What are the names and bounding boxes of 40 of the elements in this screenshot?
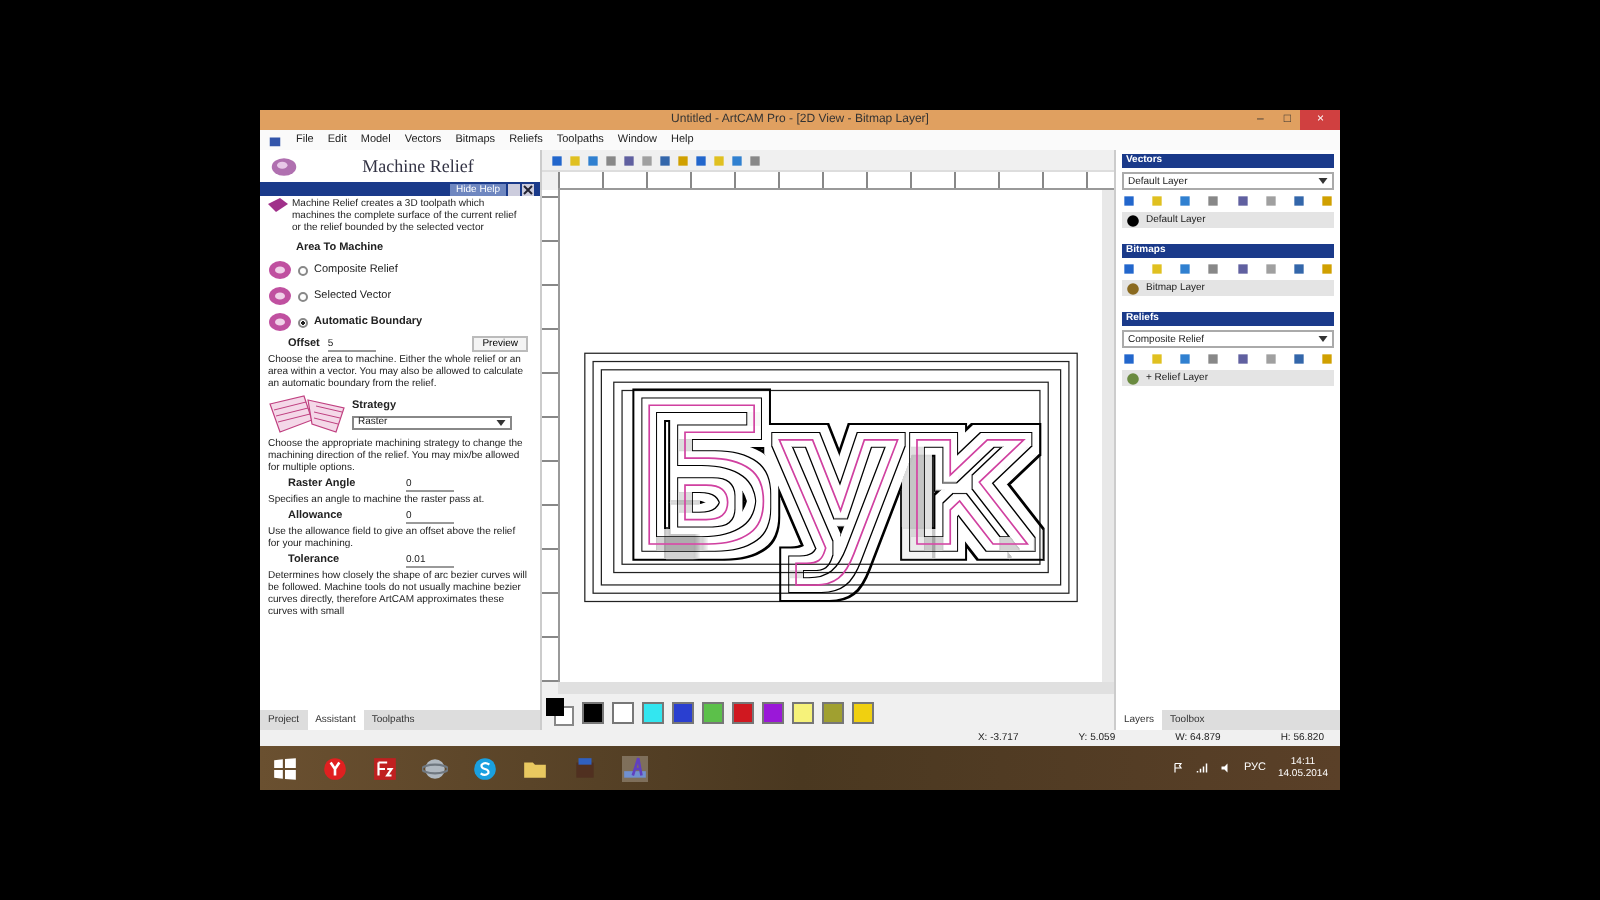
layer-icon (1126, 281, 1140, 295)
color-swatch[interactable] (642, 701, 664, 723)
close-icon[interactable] (522, 183, 534, 195)
relief-icon (268, 260, 292, 280)
panel-title: Machine Relief (362, 156, 474, 176)
skype-icon[interactable] (472, 755, 498, 781)
flag-icon[interactable] (1171, 762, 1184, 774)
color-swatch[interactable] (582, 701, 604, 723)
radio-button[interactable] (298, 291, 308, 301)
color-swatch[interactable] (822, 701, 844, 723)
scrollbar[interactable] (558, 682, 1114, 694)
color-swatch[interactable] (762, 701, 784, 723)
windows-start-icon[interactable] (272, 755, 298, 781)
layer-icon (1126, 213, 1140, 227)
color-swatch[interactable] (672, 701, 694, 723)
artcam-icon[interactable] (622, 755, 648, 781)
browser-icon[interactable] (322, 755, 348, 781)
color-swatch[interactable] (732, 701, 754, 723)
color-swatch[interactable] (852, 701, 874, 723)
scrollbar[interactable] (1102, 190, 1114, 682)
globe-icon[interactable] (422, 755, 448, 781)
color-swatch[interactable] (792, 701, 814, 723)
color-swatch[interactable] (702, 701, 724, 723)
ftp-client-icon[interactable] (372, 755, 398, 781)
layer-icon (1126, 371, 1140, 385)
app-icon[interactable] (572, 755, 598, 781)
radio-button[interactable] (298, 265, 308, 275)
caret-icon (496, 419, 506, 425)
app-icon (268, 133, 282, 147)
current-colors-swatch[interactable] (546, 698, 574, 726)
relief-icon (268, 312, 292, 332)
raster-pattern-icon (268, 392, 348, 436)
caret-icon (1318, 336, 1328, 342)
relief-icon (270, 155, 298, 177)
color-swatch[interactable] (612, 701, 634, 723)
speaker-icon[interactable] (1219, 762, 1232, 774)
signal-icon[interactable] (1195, 762, 1208, 774)
radio-button[interactable] (298, 317, 308, 327)
caret-icon (1318, 178, 1328, 184)
relief-icon (268, 286, 292, 306)
